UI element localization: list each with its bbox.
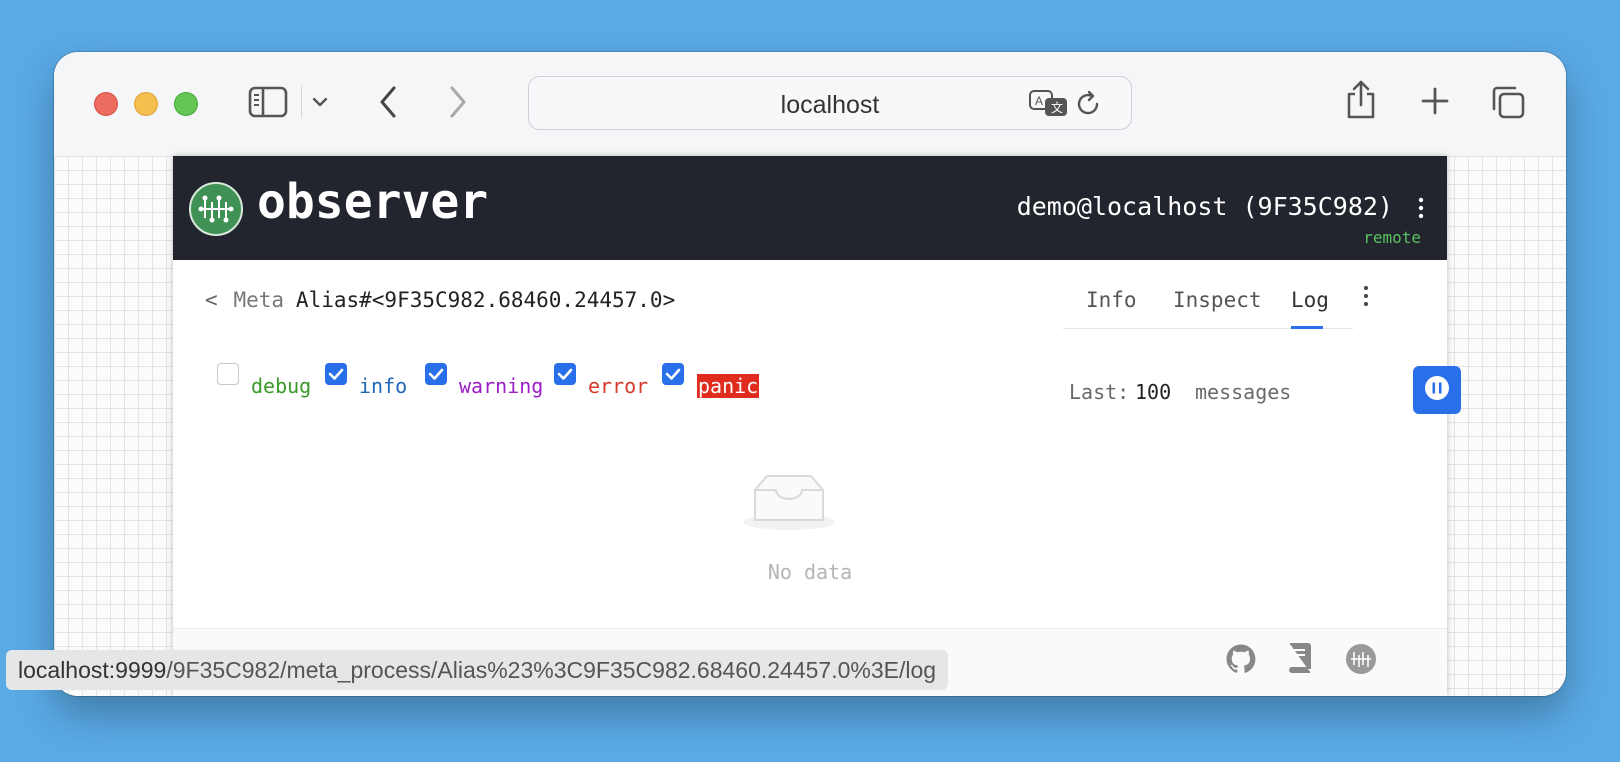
info-checkbox[interactable] [325, 363, 347, 385]
translate-icon[interactable]: A 文 [1029, 89, 1069, 119]
reload-icon[interactable] [1075, 89, 1103, 119]
hover-url-path: /9F35C982/meta_process/Alias%23%3C9F35C9… [166, 657, 937, 683]
plus-icon[interactable] [1420, 86, 1450, 116]
back-icon[interactable] [376, 84, 400, 120]
hover-url-host: localhost:9999 [18, 657, 167, 683]
chevron-down-icon[interactable] [312, 96, 328, 108]
share-icon[interactable] [1344, 78, 1378, 120]
node-selector[interactable]: demo@localhost (9F35C982) [1017, 192, 1393, 221]
link-hover-status: localhost:9999/9F35C982/meta_process/Ali… [6, 650, 949, 690]
page-viewport: observer demo@localhost (9F35C982) remot… [54, 156, 1566, 696]
check-icon [328, 368, 344, 380]
check-icon [665, 368, 681, 380]
app-header: observer demo@localhost (9F35C982) remot… [173, 156, 1447, 260]
sidebar-icon[interactable] [248, 86, 288, 118]
warning-label[interactable]: warning [459, 374, 543, 398]
connection-mode: remote [1363, 228, 1421, 247]
back-link[interactable]: < [205, 288, 218, 312]
svg-text:文: 文 [1051, 100, 1063, 115]
github-icon[interactable] [1225, 643, 1257, 675]
pause-button[interactable] [1413, 366, 1461, 414]
svg-text:A: A [1035, 94, 1043, 108]
limit-suffix: messages [1195, 380, 1292, 404]
observer-icon [198, 195, 234, 223]
app-title: observer [257, 174, 489, 230]
observer-app: observer demo@localhost (9F35C982) remot… [173, 156, 1461, 696]
info-label[interactable]: info [359, 374, 407, 398]
breadcrumb-section[interactable]: Meta [234, 288, 285, 312]
forward-icon[interactable] [446, 84, 470, 120]
observer-icon[interactable] [1345, 643, 1377, 675]
debug-label[interactable]: debug [251, 374, 311, 398]
limit-prefix: Last: [1069, 380, 1130, 404]
tabs-menu-icon[interactable] [1362, 284, 1370, 308]
debug-checkbox[interactable] [217, 363, 239, 385]
minimize-window-button[interactable] [134, 92, 158, 116]
close-window-button[interactable] [94, 92, 118, 116]
panic-checkbox[interactable] [662, 363, 684, 385]
header-menu-icon[interactable] [1417, 196, 1425, 220]
limit-value[interactable]: 100 [1135, 380, 1171, 404]
tab-log[interactable]: Log [1291, 288, 1329, 312]
tabs-icon[interactable] [1490, 84, 1526, 120]
observer-logo[interactable] [189, 182, 243, 236]
zoom-window-button[interactable] [174, 92, 198, 116]
error-checkbox[interactable] [554, 363, 576, 385]
check-icon [557, 368, 573, 380]
active-tab-indicator [1291, 326, 1323, 329]
empty-state-text: No data [767, 560, 853, 584]
tab-info[interactable]: Info [1086, 288, 1137, 312]
pause-icon [1425, 376, 1449, 400]
toolbar-divider [301, 86, 302, 118]
book-icon[interactable] [1287, 641, 1313, 675]
browser-window: localhost A 文 observer demo@localhost (9… [54, 52, 1566, 696]
address-bar[interactable]: localhost A 文 [528, 76, 1132, 130]
tab-inspect[interactable]: Inspect [1173, 288, 1262, 312]
browser-toolbar: localhost A 文 [54, 52, 1566, 157]
breadcrumb: < Meta Alias#<9F35C982.68460.24457.0> [205, 288, 675, 313]
breadcrumb-process: Alias#<9F35C982.68460.24457.0> [295, 288, 676, 312]
warning-checkbox[interactable] [425, 363, 447, 385]
check-icon [428, 368, 444, 380]
panic-label[interactable]: panic [697, 374, 760, 398]
error-label[interactable]: error [588, 374, 648, 398]
inbox-icon [743, 475, 835, 530]
